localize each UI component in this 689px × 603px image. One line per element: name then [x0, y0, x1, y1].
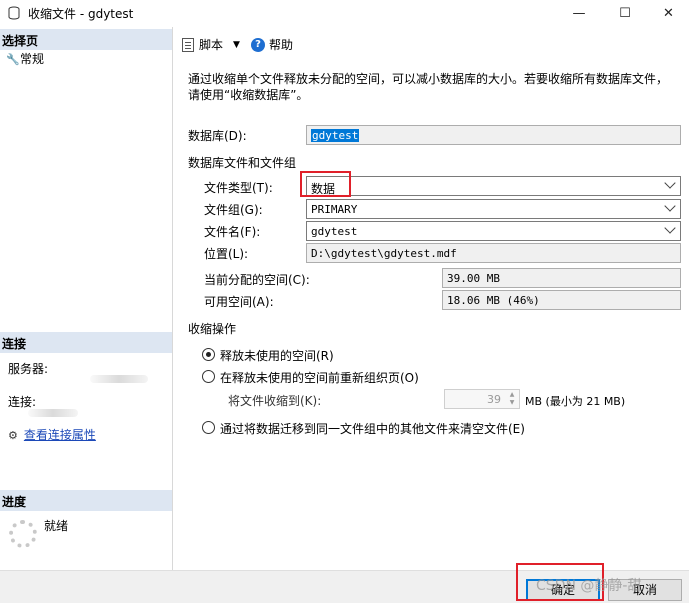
- chevron-down-icon: [664, 200, 676, 212]
- release-unused-label[interactable]: 释放未使用的空间(R): [220, 347, 334, 364]
- allocated-label: 当前分配的空间(C):: [204, 273, 310, 287]
- filename-value: gdytest: [311, 225, 358, 238]
- help-icon: ?: [251, 37, 265, 52]
- file-type-label: 文件类型(T):: [204, 181, 273, 195]
- files-group-title: 数据库文件和文件组: [188, 156, 297, 170]
- available-field: 18.06 MB (46%): [442, 290, 681, 310]
- chevron-down-icon: [664, 177, 676, 189]
- connection-properties-icon: ⚙: [8, 429, 18, 442]
- filegroup-label: 文件组(G):: [204, 203, 263, 217]
- view-connection-properties-link[interactable]: ⚙ 查看连接属性: [8, 426, 96, 443]
- filename-label: 文件名(F):: [204, 225, 261, 239]
- filename-select[interactable]: gdytest: [306, 221, 681, 241]
- page-item-label: 常规: [20, 52, 45, 66]
- shrink-to-value: 39: [487, 393, 501, 406]
- allocated-value: 39.00 MB: [447, 272, 500, 285]
- empty-file-label[interactable]: 通过将数据迁移到同一文件组中的其他文件来清空文件(E): [220, 420, 525, 437]
- connection-label: 连接:: [8, 395, 37, 409]
- shrink-to-unit: MB (最小为 21 MB): [525, 395, 626, 408]
- script-button[interactable]: 脚本 ▼: [182, 36, 240, 53]
- location-value: D:\gdytest\gdytest.mdf: [311, 247, 457, 260]
- right-panel: 脚本 ▼ ? 帮助 通过收缩单个文件释放未分配的空间，可以减小数据库的大小。若要…: [174, 27, 689, 570]
- available-value: 18.06 MB (46%): [447, 294, 540, 307]
- redacted-server: [90, 375, 148, 383]
- minimize-button[interactable]: —: [556, 0, 602, 26]
- maximize-button[interactable]: ☐: [602, 0, 648, 26]
- database-label: 数据库(D):: [188, 129, 247, 143]
- wrench-icon: 🔧: [6, 53, 20, 66]
- left-panel: 选择页 🔧常规 连接 服务器: 连接: ⚙ 查看连接属性 进度 就绪: [0, 27, 173, 570]
- script-icon: [182, 37, 194, 52]
- release-unused-radio[interactable]: [202, 348, 215, 361]
- reorganize-label[interactable]: 在释放未使用的空间前重新组织页(O): [220, 369, 419, 386]
- toolbar: 脚本 ▼ ? 帮助: [174, 27, 689, 59]
- window-title: 收缩文件 - gdytest: [28, 7, 134, 21]
- filegroup-select[interactable]: PRIMARY: [306, 199, 681, 219]
- help-label: 帮助: [269, 38, 294, 52]
- shrink-to-label: 将文件收缩到(K):: [228, 394, 322, 408]
- allocated-field: 39.00 MB: [442, 268, 681, 288]
- select-page-header: 选择页: [0, 29, 172, 50]
- chevron-down-icon: [664, 222, 676, 234]
- watermark: CSDN @静静-甜: [536, 578, 642, 594]
- shrink-to-stepper[interactable]: 39 ▲ ▼: [444, 389, 520, 409]
- description-text: 通过收缩单个文件释放未分配的空间，可以减小数据库的大小。若要收缩所有数据库文件，…: [188, 72, 669, 102]
- file-type-value: 数据: [311, 182, 336, 196]
- empty-file-radio[interactable]: [202, 421, 215, 434]
- help-button[interactable]: ? 帮助: [251, 36, 293, 53]
- page-item-general[interactable]: 🔧常规: [6, 50, 44, 67]
- chevron-down-icon: ▼: [233, 39, 240, 50]
- database-value: gdytest: [311, 129, 360, 142]
- spin-up-icon[interactable]: ▲: [507, 391, 517, 399]
- title-bar: 收缩文件 - gdytest — ☐ ✕: [0, 0, 689, 26]
- connection-header: 连接: [0, 332, 172, 353]
- close-button[interactable]: ✕: [648, 0, 689, 26]
- database-field[interactable]: gdytest: [306, 125, 681, 145]
- redacted-connection: [28, 409, 78, 417]
- progress-spinner-icon: [9, 520, 37, 548]
- server-label: 服务器:: [8, 362, 49, 376]
- progress-status: 就绪: [44, 519, 69, 533]
- progress-header: 进度: [0, 490, 172, 511]
- spin-down-icon[interactable]: ▼: [507, 399, 517, 407]
- shrink-action-title: 收缩操作: [188, 322, 237, 336]
- view-connection-properties-text: 查看连接属性: [23, 428, 96, 442]
- file-type-select[interactable]: 数据: [306, 176, 681, 196]
- database-icon: [8, 6, 20, 20]
- reorganize-radio[interactable]: [202, 370, 215, 383]
- location-label: 位置(L):: [204, 247, 249, 261]
- available-label: 可用空间(A):: [204, 295, 274, 309]
- filegroup-value: PRIMARY: [311, 203, 358, 216]
- script-label: 脚本: [199, 38, 224, 52]
- location-field[interactable]: D:\gdytest\gdytest.mdf: [306, 243, 681, 263]
